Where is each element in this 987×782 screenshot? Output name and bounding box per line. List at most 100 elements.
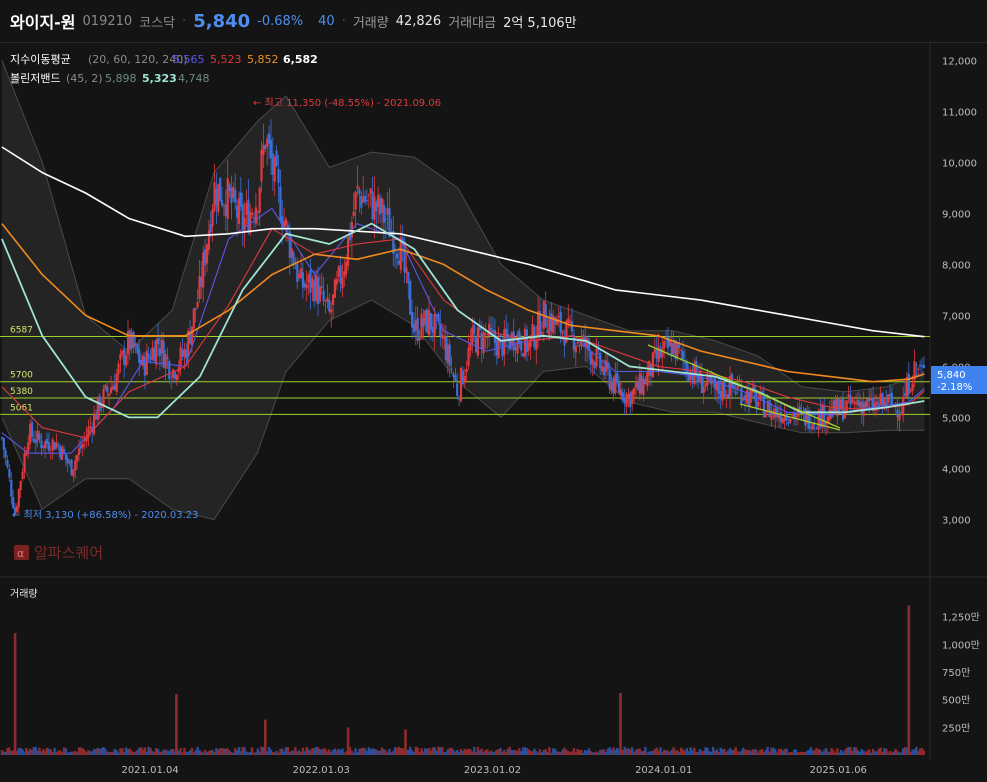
candle-body (849, 395, 852, 405)
candle-body (322, 290, 325, 302)
candle-body (2, 438, 5, 450)
candle-body (678, 344, 681, 348)
candle-body (480, 333, 483, 349)
candle-body (879, 393, 882, 405)
candle-body (260, 150, 263, 182)
low-annotation: ← 최저 3,130 (+86.58%) - 2020.03.23 (12, 509, 198, 521)
candle-body (789, 418, 792, 423)
candle-body (128, 330, 131, 350)
candle-body (642, 378, 645, 396)
candle-body (149, 357, 152, 361)
candle-body (527, 342, 530, 351)
bb-legend-params: (45, 2) (66, 72, 103, 85)
price-tick-label: 8,000 (942, 260, 971, 271)
volume-spike-bar (619, 693, 622, 755)
candle-body (676, 343, 679, 357)
candle-body (207, 230, 210, 250)
candle-body (230, 187, 233, 203)
candle-body (499, 335, 502, 337)
candle-body (490, 328, 493, 331)
candle-body (444, 336, 447, 360)
candle-body (821, 404, 824, 428)
candle-body (375, 201, 378, 212)
candle-body (589, 351, 592, 365)
candle-body (151, 347, 154, 360)
volume-bars (0, 605, 926, 755)
candle-body (742, 397, 745, 401)
candle-body (845, 400, 848, 412)
candle-body (113, 384, 116, 391)
candle-body (181, 349, 184, 357)
candle-body (625, 393, 628, 407)
candle-body (367, 195, 370, 197)
candle-body (745, 390, 749, 404)
candle-body (296, 263, 299, 282)
volume-tick-label: 500만 (942, 695, 970, 707)
candle-body (768, 400, 771, 417)
candle-body (298, 273, 301, 278)
candle-body (194, 307, 197, 310)
candle-body (172, 369, 175, 378)
candle-body (294, 267, 297, 269)
candle-body (633, 388, 636, 395)
candle-body (757, 402, 760, 406)
candle-body (459, 368, 463, 401)
candle-body (153, 347, 156, 362)
candle-body (0, 437, 4, 439)
candle-body (42, 445, 45, 448)
candle-body (320, 286, 323, 288)
candle-body (454, 375, 457, 381)
candle-body (433, 314, 436, 337)
candle-body (379, 198, 382, 215)
candle-body (465, 369, 468, 373)
candle-body (324, 300, 327, 302)
price-tick-label: 12,000 (942, 56, 977, 67)
candle-body (569, 321, 572, 323)
price-tick-label: 10,000 (942, 158, 977, 169)
candle-body (23, 453, 26, 473)
candle-body (205, 244, 209, 264)
candle-body (621, 392, 624, 401)
candle-body (685, 361, 688, 374)
candle-body (554, 317, 557, 325)
candle-body (309, 270, 312, 293)
candle-body (473, 325, 476, 335)
candle-body (610, 380, 613, 391)
candle-body (397, 260, 400, 265)
candle-body (917, 368, 920, 370)
candle-body (395, 253, 399, 259)
candle-body (866, 398, 869, 408)
candle-body (155, 339, 158, 365)
candle-body (12, 497, 15, 508)
candle-body (132, 331, 135, 348)
candle-body (147, 353, 150, 358)
candle-body (708, 377, 711, 379)
candle-body (426, 309, 429, 333)
candle-body (655, 348, 658, 359)
candle-body (672, 342, 675, 354)
candle-body (226, 178, 229, 219)
candle-body (196, 302, 199, 308)
candle-body (318, 286, 321, 302)
candle-body (217, 184, 220, 212)
candle-body (251, 213, 254, 215)
candle-body (612, 377, 615, 394)
candle-body (441, 335, 444, 339)
candle-body (868, 398, 871, 402)
candle-body (36, 430, 39, 441)
volume-tick-label: 750만 (942, 667, 970, 679)
bb-legend-label: 볼린저밴드 (10, 72, 61, 85)
volume-spike-bar (907, 605, 911, 755)
candle-body (834, 399, 837, 413)
candle-body (550, 313, 553, 332)
stock-chart[interactable]: 6587570053805061 3,0004,0005,0006,0007,0… (0, 0, 987, 782)
candle-body (89, 426, 92, 428)
price-tick-label: 5,000 (942, 413, 971, 424)
candle-body (222, 205, 225, 207)
candle-body (106, 386, 109, 393)
candle-body (72, 469, 75, 477)
candle-body (79, 445, 82, 449)
candle-body (779, 411, 782, 422)
candle-body (204, 249, 207, 265)
candle-body (407, 272, 410, 284)
